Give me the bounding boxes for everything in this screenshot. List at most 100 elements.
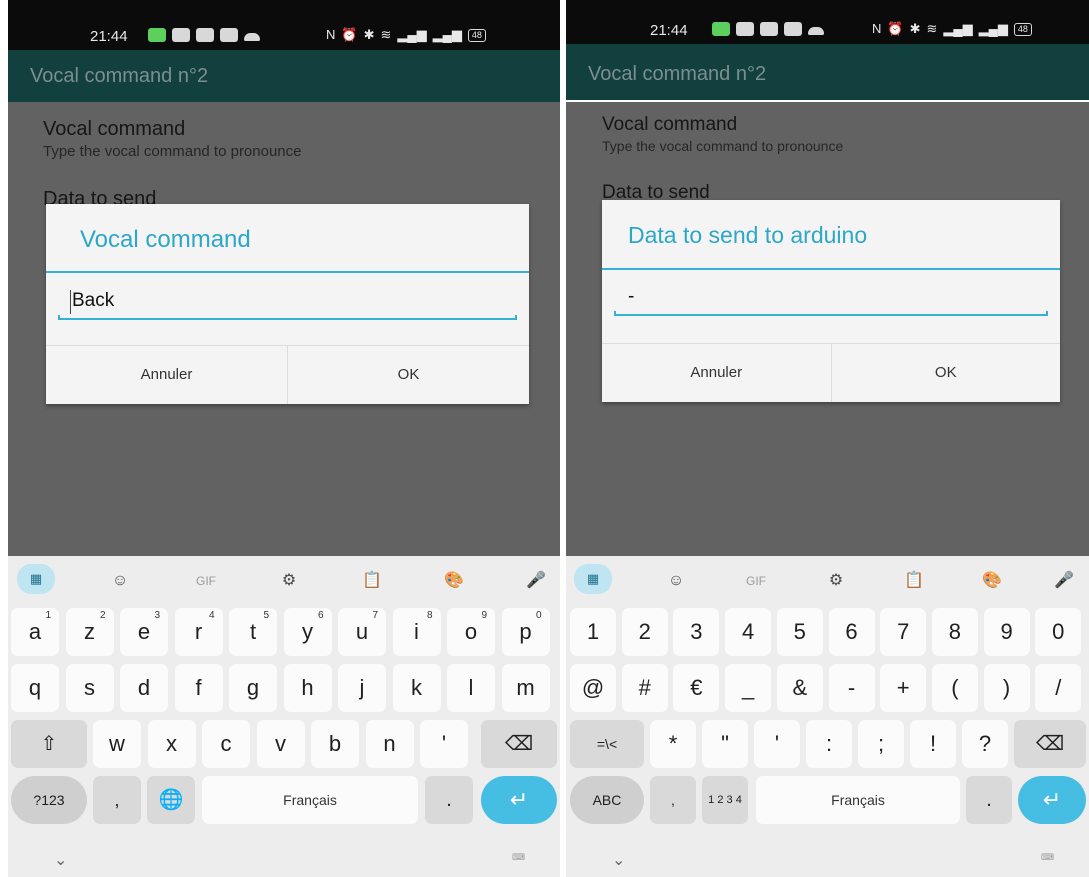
- key-7[interactable]: 7: [880, 608, 927, 656]
- key-symbol[interactable]: -: [828, 664, 875, 712]
- key-u[interactable]: u7: [338, 608, 386, 656]
- sticker-icon[interactable]: ☺: [102, 568, 138, 594]
- pref-vocal-command-title[interactable]: Vocal command: [43, 118, 185, 141]
- alarm-icon: ⏰: [887, 21, 904, 36]
- symbols-mode-key[interactable]: ?123: [11, 776, 87, 824]
- key-symbol[interactable]: ?: [962, 720, 1008, 768]
- clipboard-icon[interactable]: 📋: [896, 568, 932, 594]
- keyboard-switch-icon[interactable]: ⌨: [512, 852, 526, 863]
- nav-bar: ⌄ ⌨: [566, 846, 1089, 877]
- hide-keyboard-icon[interactable]: ⌄: [54, 850, 67, 870]
- backspace-key[interactable]: ⌫: [1014, 720, 1086, 768]
- apps-grid-icon[interactable]: ▦: [17, 564, 55, 594]
- key-symbol[interactable]: (: [931, 664, 978, 712]
- key-symbol[interactable]: _: [725, 664, 772, 712]
- enter-key[interactable]: ↵: [481, 776, 557, 824]
- key-z[interactable]: z2: [65, 608, 114, 656]
- key-x[interactable]: x: [147, 720, 196, 768]
- key-symbol[interactable]: @: [570, 664, 616, 712]
- key-0[interactable]: 0: [1035, 608, 1082, 656]
- period-key[interactable]: .: [425, 776, 473, 824]
- key-8[interactable]: 8: [931, 608, 978, 656]
- key-1[interactable]: 1: [570, 608, 616, 656]
- gif-icon[interactable]: GIF: [188, 568, 224, 594]
- key-hint: 9: [481, 610, 487, 621]
- key-symbol[interactable]: ": [702, 720, 748, 768]
- key-5[interactable]: 5: [776, 608, 823, 656]
- key-symbol[interactable]: +: [880, 664, 927, 712]
- key-symbol[interactable]: ;: [858, 720, 904, 768]
- key-9[interactable]: 9: [983, 608, 1030, 656]
- hide-keyboard-icon[interactable]: ⌄: [612, 850, 625, 870]
- key-6[interactable]: 6: [828, 608, 875, 656]
- key-m[interactable]: m: [501, 664, 550, 712]
- key-symbol[interactable]: /: [1035, 664, 1082, 712]
- key-symbol[interactable]: :: [806, 720, 852, 768]
- key-symbol[interactable]: ): [983, 664, 1030, 712]
- emoji-comma-key[interactable]: ,: [93, 776, 141, 824]
- ok-button[interactable]: OK: [830, 344, 1061, 402]
- space-key[interactable]: Français: [202, 776, 418, 824]
- microphone-icon[interactable]: 🎤: [518, 568, 554, 594]
- comma-key[interactable]: ,: [650, 776, 696, 824]
- more-symbols-key[interactable]: =\<: [570, 720, 644, 768]
- data-to-send-input[interactable]: -: [614, 280, 1048, 316]
- theme-palette-icon[interactable]: 🎨: [974, 568, 1010, 594]
- key-y[interactable]: y6: [283, 608, 332, 656]
- key-p[interactable]: p0: [501, 608, 550, 656]
- period-key[interactable]: .: [966, 776, 1012, 824]
- gif-icon[interactable]: GIF: [738, 568, 774, 594]
- numpad-key[interactable]: 1 2 3 4: [702, 776, 748, 824]
- settings-icon[interactable]: ⚙: [271, 568, 307, 594]
- pref-vocal-command-title[interactable]: Vocal command: [602, 114, 737, 136]
- key-j[interactable]: j: [338, 664, 386, 712]
- key-a[interactable]: a1: [11, 608, 59, 656]
- shift-key[interactable]: ⇧: [11, 720, 87, 768]
- key-v[interactable]: v: [256, 720, 305, 768]
- key-b[interactable]: b: [311, 720, 359, 768]
- theme-palette-icon[interactable]: 🎨: [436, 568, 472, 594]
- space-key[interactable]: Français: [756, 776, 960, 824]
- key-o[interactable]: o9: [447, 608, 495, 656]
- key-symbol[interactable]: *: [650, 720, 696, 768]
- key-f[interactable]: f: [174, 664, 223, 712]
- key-s[interactable]: s: [65, 664, 114, 712]
- key-l[interactable]: l: [447, 664, 495, 712]
- letters-mode-key[interactable]: ABC: [570, 776, 644, 824]
- key-h[interactable]: h: [283, 664, 332, 712]
- sticker-icon[interactable]: ☺: [658, 568, 694, 594]
- cancel-button[interactable]: Annuler: [46, 346, 287, 404]
- backspace-key[interactable]: ⌫: [481, 720, 557, 768]
- key-2[interactable]: 2: [621, 608, 668, 656]
- key-e[interactable]: e3: [120, 608, 168, 656]
- key-r[interactable]: r4: [174, 608, 223, 656]
- apps-grid-icon[interactable]: ▦: [574, 564, 612, 594]
- key-apostrophe[interactable]: ': [420, 720, 468, 768]
- key-symbol[interactable]: &: [776, 664, 823, 712]
- key-3[interactable]: 3: [673, 608, 720, 656]
- key-i[interactable]: i8: [392, 608, 441, 656]
- cancel-button[interactable]: Annuler: [602, 344, 831, 402]
- microphone-icon[interactable]: 🎤: [1046, 568, 1082, 594]
- enter-key[interactable]: ↵: [1018, 776, 1086, 824]
- key-n[interactable]: n: [365, 720, 414, 768]
- key-d[interactable]: d: [120, 664, 168, 712]
- key-symbol[interactable]: ': [754, 720, 800, 768]
- key-k[interactable]: k: [392, 664, 441, 712]
- clipboard-icon[interactable]: 📋: [354, 568, 390, 594]
- settings-icon[interactable]: ⚙: [818, 568, 854, 594]
- key-symbol[interactable]: €: [673, 664, 720, 712]
- key-c[interactable]: c: [202, 720, 250, 768]
- globe-language-key[interactable]: 🌐: [147, 776, 195, 824]
- right-screenshot: 21:44 N ⏰ ✱ ≋ ▂▄▆ ▂▄▆ 48 Vocal command n…: [566, 0, 1089, 877]
- key-q[interactable]: q: [11, 664, 59, 712]
- key-t[interactable]: t5: [229, 608, 277, 656]
- keyboard-switch-icon[interactable]: ⌨: [1041, 852, 1055, 863]
- key-4[interactable]: 4: [725, 608, 772, 656]
- key-symbol[interactable]: !: [910, 720, 956, 768]
- key-symbol[interactable]: #: [621, 664, 668, 712]
- key-g[interactable]: g: [229, 664, 277, 712]
- vocal-command-input[interactable]: Back: [58, 284, 517, 320]
- key-w[interactable]: w: [93, 720, 141, 768]
- ok-button[interactable]: OK: [287, 346, 529, 404]
